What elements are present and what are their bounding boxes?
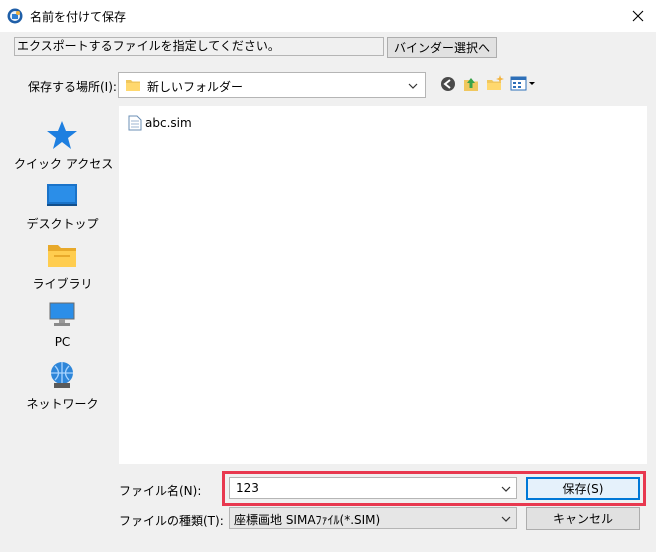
- file-name: abc.sim: [145, 116, 192, 130]
- library-icon: [46, 239, 78, 271]
- place-quick-access[interactable]: クイック アクセス: [14, 113, 114, 171]
- close-icon: [632, 10, 644, 22]
- chevron-down-icon: [500, 513, 512, 525]
- app-icon: [7, 8, 23, 24]
- save-location-value: 新しいフォルダー: [147, 80, 244, 94]
- place-pc[interactable]: PC: [14, 293, 111, 351]
- filename-input[interactable]: 123: [229, 477, 517, 499]
- place-desktop[interactable]: デスクトップ: [14, 173, 111, 231]
- cancel-button[interactable]: キャンセル: [526, 507, 640, 530]
- place-label: ライブラリ: [32, 277, 93, 291]
- pc-icon: [46, 299, 78, 331]
- folder-icon: [125, 77, 141, 93]
- back-icon[interactable]: [438, 74, 458, 94]
- binder-select-button[interactable]: バインダー選択へ: [387, 37, 497, 58]
- place-network[interactable]: ネットワーク: [14, 353, 111, 411]
- filename-label: ファイル名(N):: [119, 484, 202, 498]
- list-item[interactable]: abc.sim: [128, 114, 192, 132]
- file-list[interactable]: abc.sim: [119, 106, 647, 464]
- instruction-text: エクスポートするファイルを指定してください。: [14, 37, 384, 56]
- new-folder-icon[interactable]: [485, 74, 505, 94]
- desktop-icon: [46, 179, 78, 211]
- quick-access-star-icon: [46, 119, 78, 151]
- network-icon: [46, 359, 78, 391]
- filetype-label: ファイルの種類(T):: [119, 514, 224, 528]
- place-label: ネットワーク: [26, 397, 99, 411]
- save-location-label: 保存する場所(I):: [28, 80, 117, 94]
- view-menu-icon[interactable]: [509, 74, 537, 94]
- filetype-select[interactable]: 座標画地 SIMAﾌｧｲﾙ(*.SIM): [229, 507, 517, 529]
- close-button[interactable]: [620, 0, 656, 32]
- save-button[interactable]: 保存(S): [526, 477, 640, 500]
- chevron-down-icon[interactable]: [500, 483, 512, 495]
- filetype-value: 座標画地 SIMAﾌｧｲﾙ(*.SIM): [234, 513, 381, 527]
- title-bar: 名前を付けて保存: [0, 0, 656, 32]
- place-label: PC: [54, 335, 71, 349]
- place-label: クイック アクセス: [14, 157, 114, 171]
- places-bar: クイック アクセス デスクトップ ライブラリ PC ネットワーク: [14, 103, 114, 464]
- place-label: デスクトップ: [26, 217, 99, 231]
- chevron-down-icon: [407, 80, 419, 92]
- window-title: 名前を付けて保存: [30, 10, 127, 24]
- save-location-combo[interactable]: 新しいフォルダー: [118, 72, 426, 98]
- place-library[interactable]: ライブラリ: [14, 233, 111, 291]
- up-folder-icon[interactable]: [461, 74, 481, 94]
- filename-value: 123: [236, 481, 259, 495]
- file-icon: [128, 115, 142, 131]
